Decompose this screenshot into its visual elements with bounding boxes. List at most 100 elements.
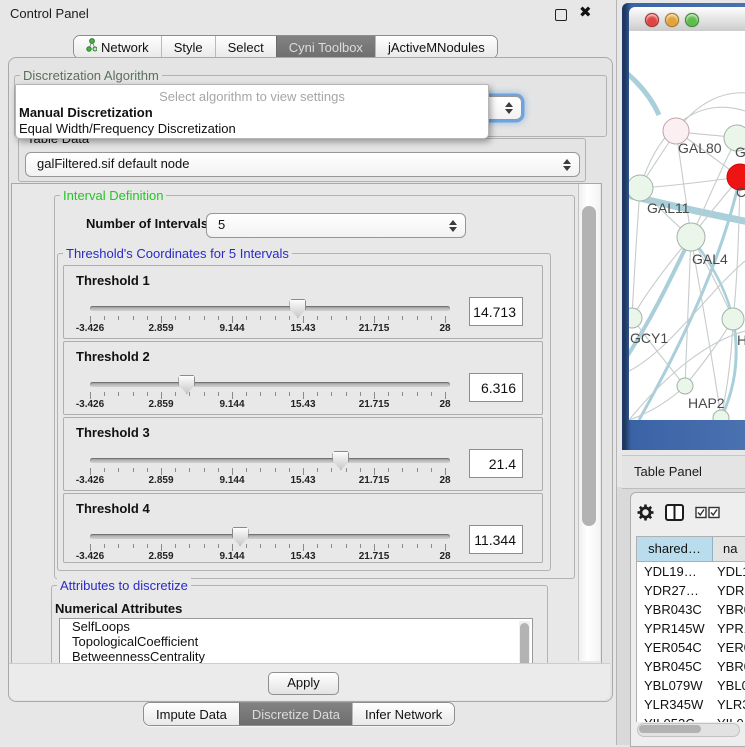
table-hscroll-thumb[interactable] (639, 725, 701, 733)
tab-cyni-toolbox[interactable]: Cyni Toolbox (276, 36, 375, 58)
threshold-value-field[interactable]: 11.344 (469, 525, 523, 554)
table-cell[interactable]: YIL052C (637, 714, 713, 722)
slider-tick-label: 9.144 (219, 475, 244, 486)
threshold-panel-2: Threshold 2 -3.4262.8599.14415.4321.7152… (63, 341, 543, 415)
network-window-titlebar[interactable] (629, 7, 745, 32)
slider-tick-label: -3.426 (76, 475, 104, 486)
table-cell[interactable]: YBR0 (713, 657, 745, 676)
table-row[interactable]: YDR27…YDR2 (637, 581, 745, 600)
table-row[interactable]: YBL079WYBL0 (637, 676, 745, 695)
number-of-intervals-spinner[interactable]: 5 (206, 213, 466, 238)
tab-discretize-data[interactable]: Discretize Data (239, 703, 352, 725)
table-row[interactable]: YER054CYER0 (637, 638, 745, 657)
column-header-name[interactable]: na (713, 537, 745, 561)
gear-icon[interactable] (637, 504, 654, 521)
table-cell[interactable]: YBR045C (637, 657, 713, 676)
slider-tick-label: 15.43 (290, 323, 315, 334)
slider-tick-label: 28 (439, 399, 450, 410)
table-data-combobox[interactable]: galFiltered.sif default node (25, 152, 580, 177)
table-row[interactable]: YLR345WYLR3 (637, 695, 745, 714)
column-header-shared-name[interactable]: shared… (637, 537, 713, 561)
table-cell[interactable]: YDR27… (637, 581, 713, 600)
slider-tick-labels: -3.4262.8599.14415.4321.71528 (90, 399, 446, 411)
number-of-intervals-value: 5 (218, 217, 225, 232)
tab-impute-data[interactable]: Impute Data (144, 703, 239, 725)
screen: { "window": {"title": "Control Panel"}, … (0, 0, 745, 745)
table-cell[interactable]: YLR3 (713, 695, 745, 714)
algorithm-dropdown-popup: Select algorithm to view settings Manual… (15, 84, 489, 139)
network-node-gcy1[interactable] (629, 308, 642, 328)
dropdown-option-manual[interactable]: Manual Discretization (19, 105, 153, 120)
table-cell[interactable]: YPR1 (713, 619, 745, 638)
attribute-list-item[interactable]: TopologicalCoefficient (60, 634, 532, 649)
split-columns-icon[interactable] (665, 504, 684, 521)
node-table: shared… na YDL19…YDL1YDR27…YDR2YBR043CYB… (636, 536, 745, 722)
slider-tick-label: 2.859 (148, 475, 173, 486)
tab-style[interactable]: Style (161, 36, 215, 58)
slider-tick-label: -3.426 (76, 551, 104, 562)
threshold-slider-track[interactable] (90, 458, 450, 463)
slider-tick-label: 15.43 (290, 399, 315, 410)
network-node-gal4[interactable] (677, 223, 705, 251)
apply-button[interactable]: Apply (268, 672, 339, 695)
table-horizontal-scrollbar[interactable] (637, 723, 740, 737)
numerical-attributes-list[interactable]: SelfLoopsTopologicalCoefficientBetweenne… (59, 618, 533, 664)
dropdown-option-equal-width[interactable]: Equal Width/Frequency Discretization (19, 121, 236, 136)
minimize-traffic-light[interactable] (665, 13, 679, 27)
table-cell[interactable]: YLR345W (637, 695, 713, 714)
attribute-list-item[interactable]: SelfLoops (60, 619, 532, 634)
tab-select[interactable]: Select (215, 36, 276, 58)
attributes-list-scrollbar[interactable] (519, 621, 530, 664)
table-cell[interactable]: YBL0 (713, 676, 745, 695)
threshold-panel-1: Threshold 1 -3.4262.8599.14415.4321.7152… (63, 265, 543, 339)
network-node-bottom[interactable] (713, 410, 729, 420)
table-cell[interactable]: YBR0 (713, 600, 745, 619)
network-node-h[interactable] (722, 308, 744, 330)
tab-network[interactable]: Network (74, 36, 161, 58)
network-node-hap2[interactable] (677, 378, 693, 394)
attribute-list-item[interactable]: BetweennessCentrality (60, 649, 532, 664)
table-cell[interactable]: YBL079W (637, 676, 713, 695)
table-cell[interactable]: YER0 (713, 638, 745, 657)
top-tab-bar: Network Style Select Cyni Toolbox jActiv… (73, 35, 498, 59)
table-cell[interactable]: YER054C (637, 638, 713, 657)
close-icon[interactable]: ✖ (579, 3, 592, 21)
threshold-slider-track[interactable] (90, 382, 450, 387)
table-row[interactable]: YBR043CYBR0 (637, 600, 745, 619)
table-row[interactable]: YPR145WYPR1 (637, 619, 745, 638)
table-row[interactable]: YDL19…YDL1 (637, 562, 745, 581)
slider-tick-label: 15.43 (290, 551, 315, 562)
tab-jactivemnodules[interactable]: jActiveMNodules (375, 36, 497, 58)
table-cell[interactable]: YIL0 (713, 714, 745, 722)
float-window-icon[interactable] (555, 9, 567, 21)
table-cell[interactable]: YDR2 (713, 581, 745, 600)
table-cell[interactable]: YBR043C (637, 600, 713, 619)
network-node-gal11[interactable] (629, 175, 653, 201)
table-cell[interactable]: YDL19… (637, 562, 713, 581)
node-label-gcy1: GCY1 (630, 330, 668, 346)
settings-scrollbar-thumb[interactable] (582, 206, 596, 526)
table-row[interactable]: YBR045CYBR0 (637, 657, 745, 676)
combo-arrows-icon (505, 102, 513, 114)
settings-scrollbar[interactable] (578, 184, 600, 661)
table-panel-header: Table Panel (622, 455, 745, 489)
zoom-traffic-light[interactable] (685, 13, 699, 27)
threshold-slider-track[interactable] (90, 306, 450, 311)
threshold-value-field[interactable]: 21.4 (469, 449, 523, 478)
table-cell[interactable]: YPR145W (637, 619, 713, 638)
network-canvas[interactable]: GAL80 GA C GAL11 GAL4 GCY1 H HAP2 (629, 31, 745, 420)
threshold-label: Threshold 1 (76, 273, 150, 288)
threshold-slider-track[interactable] (90, 534, 450, 539)
threshold-value-field[interactable]: 6.316 (469, 373, 523, 402)
threshold-value-field[interactable]: 14.713 (469, 297, 523, 326)
checkboxes-icon[interactable] (695, 506, 720, 519)
dropdown-hint: Select algorithm to view settings (16, 89, 488, 104)
table-cell[interactable]: YDL1 (713, 562, 745, 581)
tab-infer-network[interactable]: Infer Network (352, 703, 454, 725)
discretization-algorithm-group-title: Discretization Algorithm (20, 68, 162, 83)
threshold-panel-3: Threshold 3 -3.4262.8599.14415.4321.7152… (63, 417, 543, 491)
close-traffic-light[interactable] (645, 13, 659, 27)
table-row[interactable]: YIL052CYIL0 (637, 714, 745, 722)
network-nodes[interactable] (629, 118, 745, 420)
bottom-tab-bar: Impute Data Discretize Data Infer Networ… (143, 702, 455, 726)
